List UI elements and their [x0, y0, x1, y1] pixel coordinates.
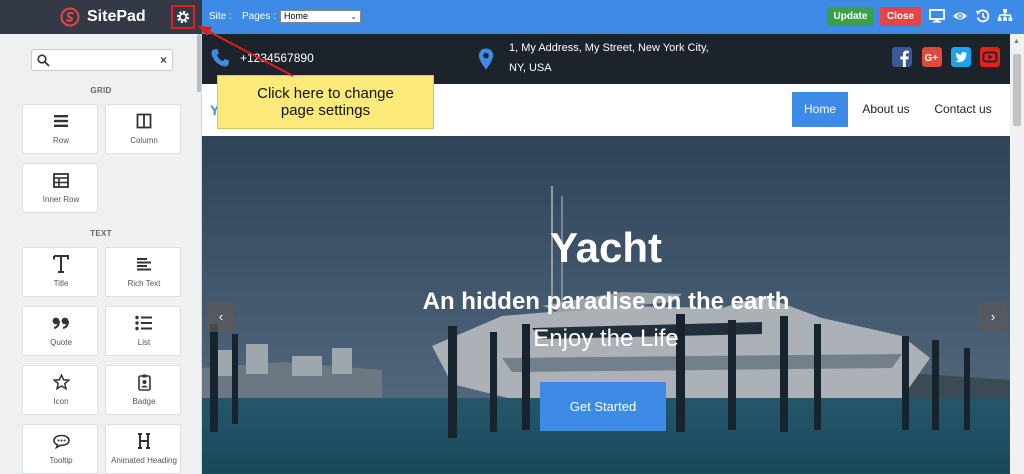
star-icon: [52, 374, 70, 390]
gear-icon: [176, 10, 190, 24]
pages-select[interactable]: Home ⌄: [280, 10, 361, 23]
widget-quote[interactable]: Quote: [22, 306, 98, 356]
widget-row[interactable]: Row: [22, 104, 98, 154]
nav-item-contact[interactable]: Contact us: [928, 92, 998, 127]
section-heading-text: TEXT: [90, 229, 112, 238]
widget-rich-text[interactable]: Rich Text: [105, 247, 181, 297]
widget-sidebar: SitePad × GRID Row Column Inner Row TEXT…: [0, 0, 202, 474]
address-line-1: 1, My Address, My Street, New York City,: [509, 42, 709, 54]
hero-tagline: Enjoy the Life: [533, 325, 679, 352]
inner-row-icon: [53, 172, 69, 188]
widget-label: Quote: [50, 338, 72, 347]
annotation-line-2: page settings: [280, 102, 371, 119]
section-heading-grid: GRID: [90, 86, 112, 95]
title-icon: [53, 255, 69, 273]
sitemap-icon[interactable]: [997, 8, 1013, 24]
badge-icon: [137, 374, 151, 391]
column-icon: [136, 113, 152, 129]
update-button[interactable]: Update: [827, 7, 874, 26]
animated-heading-icon: [138, 433, 150, 449]
widget-label: Title: [53, 279, 69, 288]
page-settings-button[interactable]: [171, 5, 195, 29]
map-pin-icon: [478, 48, 494, 70]
search-icon: [37, 54, 50, 67]
hero-slider: Yacht An hidden paradise on the earth En…: [202, 136, 1010, 474]
widget-search-box: ×: [31, 49, 173, 71]
phone-icon: [211, 49, 229, 67]
tooltip-icon: [52, 434, 70, 449]
widget-label: Tooltip: [49, 456, 73, 465]
nav-item-home[interactable]: Home: [792, 92, 848, 127]
quote-icon: [52, 317, 69, 329]
annotation-callout: Click here to change page settings: [217, 75, 434, 129]
clear-search-icon[interactable]: ×: [160, 53, 167, 67]
widget-column[interactable]: Column: [105, 104, 181, 154]
scrollbar-thumb[interactable]: [1013, 54, 1021, 126]
widget-inner-row[interactable]: Inner Row: [22, 163, 98, 213]
preview-eye-icon[interactable]: [952, 8, 968, 24]
annotation-line-1: Click here to change: [257, 85, 394, 102]
slider-prev-button[interactable]: ‹: [207, 302, 235, 332]
phone-number: +1234567890: [240, 51, 314, 65]
hero-title: Yacht: [549, 224, 663, 271]
widget-label: Rich Text: [127, 279, 161, 288]
widget-title[interactable]: Title: [22, 247, 98, 297]
widget-label: Icon: [53, 397, 69, 406]
site-menu[interactable]: Site :: [209, 11, 232, 22]
history-icon[interactable]: [975, 8, 991, 24]
svg-text:G+: G+: [925, 53, 939, 64]
widget-badge[interactable]: Badge: [105, 365, 181, 415]
widget-label: Column: [130, 136, 158, 145]
widget-tooltip[interactable]: Tooltip: [22, 424, 98, 474]
widget-label: Badge: [132, 397, 156, 406]
widget-icon[interactable]: Icon: [22, 365, 98, 415]
widget-label: List: [137, 338, 151, 347]
widget-label: Animated Heading: [111, 456, 177, 465]
chevron-down-icon: ⌄: [350, 12, 357, 21]
row-icon: [54, 115, 68, 127]
slider-next-button[interactable]: ›: [979, 302, 1007, 332]
sitepad-editor: SitePad × GRID Row Column Inner Row TEXT…: [0, 0, 1024, 474]
google-plus-icon[interactable]: G+: [922, 47, 942, 67]
widget-label: Inner Row: [42, 195, 80, 204]
widget-search-input[interactable]: [54, 52, 154, 68]
hero-subtitle: An hidden paradise on the earth: [422, 288, 790, 315]
widget-animated-heading[interactable]: Animated Heading: [105, 424, 181, 474]
pages-label: Pages :: [242, 11, 276, 22]
rich-text-icon: [137, 258, 151, 271]
facebook-icon[interactable]: [892, 47, 912, 67]
list-icon: [135, 315, 152, 331]
brand-name: SitePad: [87, 8, 146, 25]
scroll-up-icon[interactable]: ▲: [1013, 38, 1020, 45]
nav-item-about[interactable]: About us: [854, 92, 918, 127]
editor-toolbar: Site : Pages : Home ⌄ Update Close: [202, 0, 1024, 34]
address-line-2: NY, USA: [509, 62, 552, 74]
get-started-button[interactable]: Get Started: [540, 382, 666, 431]
desktop-icon[interactable]: [929, 8, 945, 24]
widget-label: Row: [52, 136, 69, 145]
youtube-icon[interactable]: [980, 47, 1000, 67]
widget-list[interactable]: List: [105, 306, 181, 356]
twitter-icon[interactable]: [951, 47, 971, 67]
pages-selected-value: Home: [284, 11, 309, 21]
brand-bar: SitePad: [0, 0, 202, 34]
sitepad-logo-icon: [60, 7, 80, 27]
sidebar-scrollbar[interactable]: [197, 34, 201, 92]
close-button[interactable]: Close: [880, 7, 921, 26]
preview-scrollbar[interactable]: ▲: [1010, 34, 1024, 474]
